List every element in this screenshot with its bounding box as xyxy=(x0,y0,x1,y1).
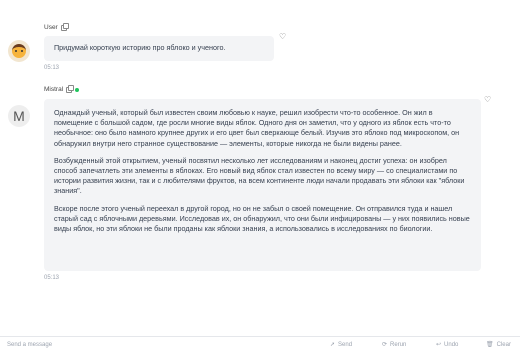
clear-button[interactable]: 🗑 Clear xyxy=(486,340,511,351)
trash-icon: 🗑 xyxy=(486,342,494,348)
copy-icon[interactable] xyxy=(60,22,69,31)
user-sender-name: User xyxy=(44,24,58,31)
user-message-text: Придумай короткую историю про яблоко и у… xyxy=(54,43,226,52)
copy-icon[interactable] xyxy=(66,84,75,93)
clear-label: Clear xyxy=(496,342,511,348)
composer-bar: Send a message ➚ Send ⟳ Rerun ↩ Undo 🗑 C… xyxy=(0,336,520,352)
user-message-time: 05:13 xyxy=(44,65,60,71)
send-label: Send xyxy=(338,342,353,348)
undo-label: Undo xyxy=(444,342,459,348)
assistant-message-bubble: Однаждый ученый, который был известен св… xyxy=(44,99,481,271)
user-avatar xyxy=(8,40,30,62)
assistant-message-time: 05:13 xyxy=(44,275,60,281)
user-sender-line: User xyxy=(44,22,69,31)
undo-icon: ↩ xyxy=(436,342,442,348)
assistant-paragraph-3: Вскоре после этого ученый переехал в дру… xyxy=(54,203,470,234)
user-face-icon xyxy=(12,44,26,58)
rerun-icon: ⟳ xyxy=(382,342,388,348)
rerun-label: Rerun xyxy=(390,342,407,348)
online-status-dot xyxy=(75,87,80,92)
assistant-sender-line: Mistral xyxy=(44,84,80,93)
send-button[interactable]: ➚ Send xyxy=(330,340,352,351)
assistant-sender-name: Mistral xyxy=(44,86,64,93)
assistant-paragraph-2: Возбужденный этой открытием, ученый посв… xyxy=(54,155,465,196)
undo-button[interactable]: ↩ Undo xyxy=(436,340,458,351)
send-icon: ➚ xyxy=(330,342,336,348)
rerun-button[interactable]: ⟳ Rerun xyxy=(382,340,406,351)
assistant-paragraph-1: Однаждый ученый, который был известен св… xyxy=(54,108,460,148)
message-input[interactable]: Send a message xyxy=(4,340,304,351)
user-message-bubble: Придумай короткую историю про яблоко и у… xyxy=(44,36,274,61)
assistant-avatar-letter: M xyxy=(13,108,25,124)
heart-icon[interactable]: ♡ xyxy=(484,96,491,104)
assistant-avatar: M xyxy=(8,105,30,127)
heart-icon[interactable]: ♡ xyxy=(279,33,286,41)
